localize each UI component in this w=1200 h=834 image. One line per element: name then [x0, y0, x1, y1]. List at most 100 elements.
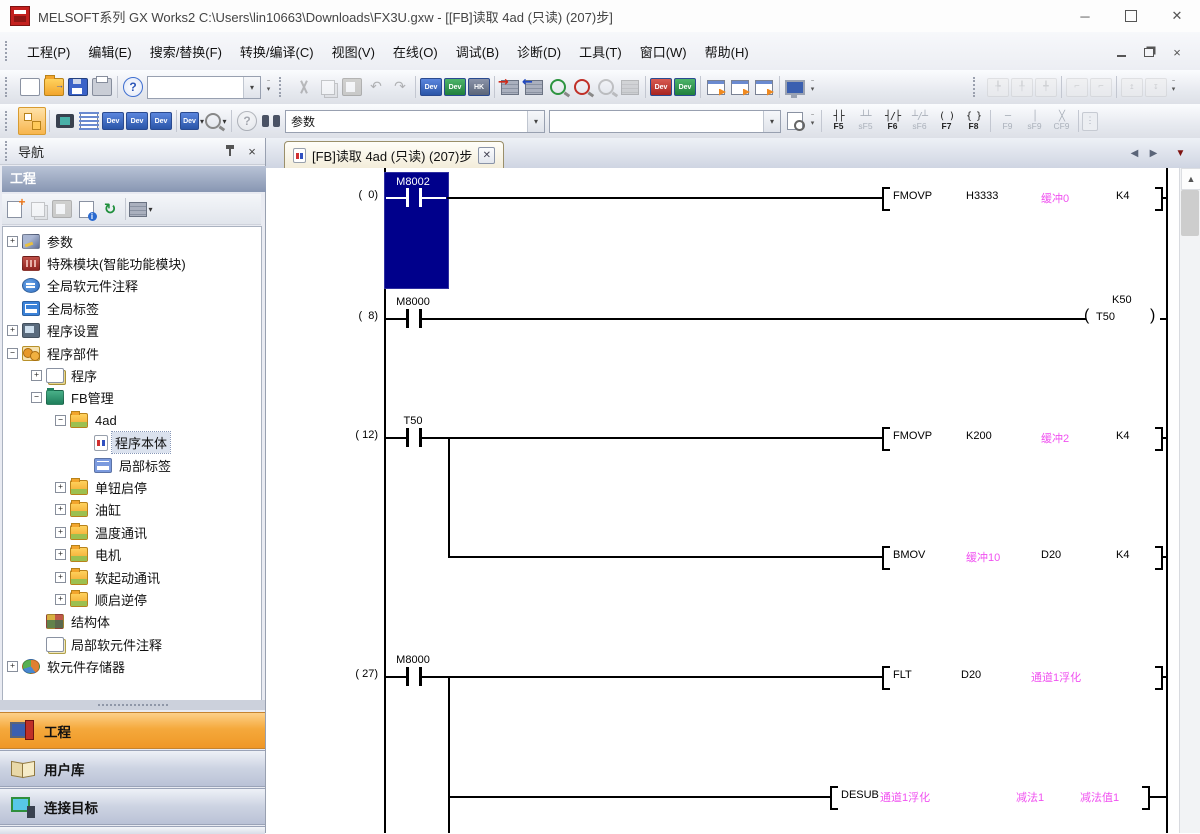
toolbar-overflow-icon[interactable]: ‾▾ — [1168, 76, 1179, 98]
menu-item-1[interactable]: 工程(P) — [18, 38, 79, 65]
panel-splitter[interactable] — [0, 700, 265, 710]
tree-item-全局软元件注释[interactable]: 全局软元件注释 — [7, 276, 141, 296]
combo-dropdown-icon[interactable]: ▾ — [527, 111, 544, 132]
expand-icon[interactable]: + — [55, 594, 66, 605]
program-list-button[interactable] — [77, 109, 101, 133]
monitor-stop-button[interactable] — [570, 75, 594, 99]
maximize-button[interactable] — [1108, 0, 1154, 32]
collapse-icon[interactable]: − — [55, 415, 66, 426]
remote-operation-button[interactable] — [783, 75, 807, 99]
scroll-up-icon[interactable]: ▲ — [1181, 168, 1200, 190]
ladder-symbol-sF5[interactable]: ┴┴sF5 — [852, 107, 879, 135]
collapse-icon[interactable]: − — [7, 348, 18, 359]
jump-forward-button[interactable] — [728, 75, 752, 99]
module-configuration-button[interactable] — [53, 109, 77, 133]
tree-item-油缸[interactable]: +油缸 — [55, 500, 124, 520]
menu-item-3[interactable]: 搜索/替换(F) — [141, 38, 231, 65]
toolbar-overflow-icon[interactable]: ‾▾ — [807, 110, 818, 132]
menu-item-2[interactable]: 编辑(E) — [79, 38, 140, 65]
sfc-step-button[interactable]: ╄ — [986, 75, 1010, 99]
find-target-combo[interactable]: 参数▾ — [285, 110, 545, 133]
refresh-button[interactable]: ↻ — [98, 197, 122, 221]
tree-item-程序[interactable]: +程序 — [31, 365, 100, 385]
expand-icon[interactable]: + — [55, 527, 66, 538]
device-test-off-button[interactable]: Dev — [673, 75, 697, 99]
tree-item-软元件存储器[interactable]: +软元件存储器 — [7, 657, 128, 677]
watch-combo[interactable]: ▾ — [549, 110, 781, 133]
tab-fb-4ad[interactable]: [FB]读取 4ad (只读) (207)步 ✕ — [284, 141, 504, 168]
combo-dropdown-icon[interactable]: ▾ — [763, 111, 780, 132]
expand-icon[interactable]: + — [7, 661, 18, 672]
tree-item-程序部件[interactable]: −程序部件 — [7, 343, 102, 363]
scrollbar-thumb[interactable] — [1181, 190, 1199, 236]
open-watch-window-button[interactable] — [704, 75, 728, 99]
collapse-icon[interactable]: − — [31, 392, 42, 403]
find-zoom-button[interactable]: ▾ — [204, 109, 228, 133]
monitor-pause-button[interactable] — [594, 75, 618, 99]
nav-switch-用户库[interactable]: 用户库 — [0, 750, 265, 787]
device-test-on-button[interactable]: Dev — [649, 75, 673, 99]
expand-icon[interactable]: + — [55, 504, 66, 515]
expand-icon[interactable]: + — [55, 482, 66, 493]
tree-item-单钮启停[interactable]: +单钮启停 — [55, 477, 150, 497]
save-project-button[interactable] — [66, 75, 90, 99]
tree-item-局部软元件注释[interactable]: 局部软元件注释 — [31, 634, 165, 654]
menu-item-11[interactable]: 帮助(H) — [696, 38, 758, 65]
paste-button[interactable] — [340, 75, 364, 99]
navigation-window-button[interactable] — [18, 107, 46, 135]
tree-item-软起动通讯[interactable]: +软起动通讯 — [55, 567, 163, 587]
comment-display-button[interactable]: Dev▾ — [180, 109, 204, 133]
new-project-button[interactable] — [18, 75, 42, 99]
ladder-symbol-F5[interactable]: ┤├F5 — [825, 107, 852, 135]
menu-item-5[interactable]: 视图(V) — [323, 38, 384, 65]
tree-item-4ad[interactable]: −4ad — [55, 410, 120, 430]
undo-button[interactable]: ↶ — [364, 75, 388, 99]
expand-icon[interactable]: + — [31, 370, 42, 381]
print-button[interactable] — [90, 75, 114, 99]
menu-item-9[interactable]: 工具(T) — [570, 38, 631, 65]
device-batch-button[interactable]: Dev — [149, 109, 173, 133]
read-from-plc-button[interactable]: ← — [522, 75, 546, 99]
device-monitor-button[interactable]: Dev — [443, 75, 467, 99]
tree-item-全局标签[interactable]: 全局标签 — [7, 298, 102, 318]
ladder-symbol-F7[interactable]: ( )F7 — [933, 107, 960, 135]
mdi-close-button[interactable]: × — [1168, 44, 1186, 59]
selection-cursor[interactable] — [384, 172, 449, 289]
sfc-transition-button[interactable]: ╀ — [1010, 75, 1034, 99]
toolbar-overflow-icon[interactable]: ‾▾ — [807, 76, 818, 98]
redo-button[interactable]: ↷ — [388, 75, 412, 99]
copy-data-button[interactable] — [26, 197, 50, 221]
monitor-start-button[interactable] — [546, 75, 570, 99]
tree-item-程序本体[interactable]: 程序本体 — [79, 433, 170, 453]
device-comment-button[interactable]: Dev — [419, 75, 443, 99]
sort-button[interactable]: ▾ — [129, 197, 153, 221]
mdi-restore-button[interactable] — [1140, 44, 1158, 59]
project-data-combo[interactable]: ▾ — [147, 76, 261, 99]
menu-item-8[interactable]: 诊断(D) — [508, 38, 570, 65]
open-project-button[interactable] — [42, 75, 66, 99]
expand-icon[interactable]: + — [7, 236, 18, 247]
combo-dropdown-icon[interactable]: ▾ — [243, 77, 260, 98]
device-comment-edit-button[interactable]: Dev — [101, 109, 125, 133]
pin-icon[interactable] — [221, 143, 239, 159]
context-help-button[interactable]: ? — [235, 109, 259, 133]
mdi-minimize-button[interactable] — [1112, 44, 1130, 59]
tree-item-特殊模块(智能功能模块)[interactable]: 特殊模块(智能功能模块) — [7, 253, 189, 273]
cut-button[interactable] — [292, 75, 316, 99]
device-buffer-button[interactable]: HK — [467, 75, 491, 99]
tree-item-局部标签[interactable]: 局部标签 — [79, 455, 174, 475]
tree-item-顺启逆停[interactable]: +顺启逆停 — [55, 589, 150, 609]
ladder-symbol-F8[interactable]: { }F8 — [960, 107, 987, 135]
vertical-scrollbar[interactable]: ▲ — [1179, 168, 1200, 833]
ladder-symbol-F6[interactable]: ┤/├F6 — [879, 107, 906, 135]
tree-item-参数[interactable]: +参数 — [7, 231, 76, 251]
tab-list-icon[interactable]: ▼ — [1172, 144, 1189, 162]
sfc-end-button[interactable]: ⌐ — [1089, 75, 1113, 99]
help-button[interactable]: ? — [121, 75, 145, 99]
ladder-symbol-F9[interactable]: ─F9 — [994, 107, 1021, 135]
project-tree[interactable]: +参数特殊模块(智能功能模块)全局软元件注释全局标签+程序设置−程序部件+程序−… — [2, 226, 262, 702]
expand-icon[interactable]: + — [7, 325, 18, 336]
close-panel-icon[interactable]: × — [243, 143, 261, 159]
monitor-write-button[interactable] — [618, 75, 642, 99]
toolbar-overflow-icon[interactable]: ‾▾ — [263, 76, 274, 98]
